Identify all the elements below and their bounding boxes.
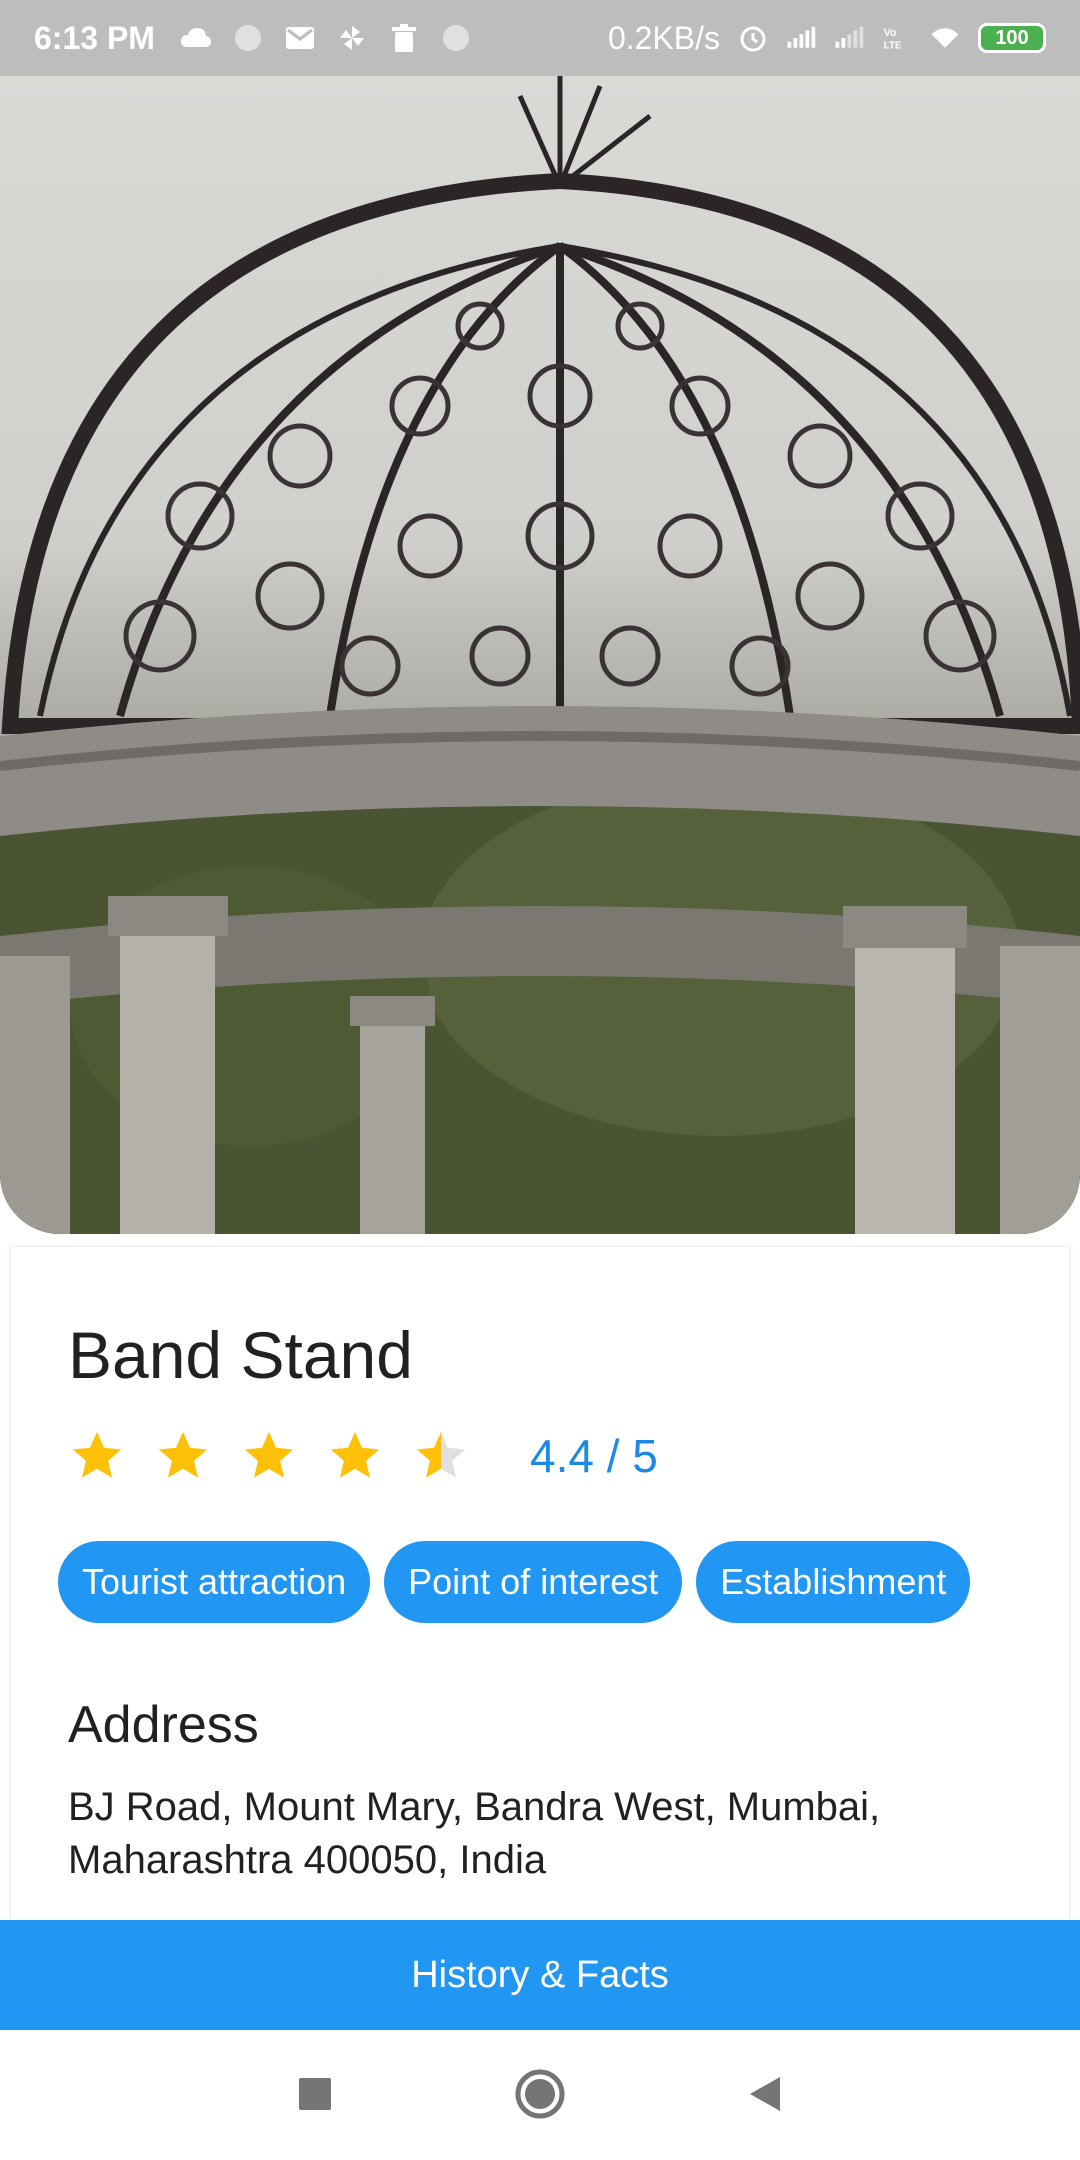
svg-text:Vo: Vo bbox=[884, 27, 897, 39]
signal-icon bbox=[834, 23, 864, 53]
place-title: Band Stand bbox=[68, 1318, 413, 1392]
volte-icon: Vo LTE bbox=[882, 23, 912, 53]
tag-chips: Tourist attraction Point of interest Est… bbox=[58, 1541, 971, 1623]
address-heading: Address bbox=[68, 1696, 259, 1754]
mail-icon bbox=[285, 23, 315, 53]
back-triangle-icon[interactable] bbox=[735, 2064, 795, 2124]
circle-icon bbox=[441, 23, 471, 53]
navigation-bar bbox=[0, 2030, 1080, 2160]
screen: 6:13 PM 0.2KB/s Vo LTE 100 Band Stand 4.… bbox=[0, 0, 1080, 2160]
star-full-icon bbox=[330, 1431, 380, 1478]
status-bar: 6:13 PM 0.2KB/s Vo LTE 100 bbox=[0, 0, 1080, 76]
star-full-icon bbox=[244, 1431, 294, 1478]
home-circle-icon[interactable] bbox=[510, 2064, 570, 2124]
rating-value: 4.4 / 5 bbox=[530, 1430, 658, 1482]
tag-chip-point-of-interest[interactable]: Point of interest bbox=[384, 1541, 683, 1623]
rating-row: 4.4 / 5 bbox=[68, 1427, 658, 1485]
circle-icon bbox=[233, 23, 263, 53]
trash-icon bbox=[389, 23, 419, 53]
alarm-icon bbox=[738, 23, 768, 53]
star-half-icon bbox=[416, 1431, 466, 1478]
battery-icon: 100 bbox=[978, 23, 1046, 53]
gazebo-photo bbox=[0, 76, 1080, 1234]
notification-icons bbox=[180, 23, 471, 53]
status-right: 0.2KB/s Vo LTE 100 bbox=[608, 20, 1046, 57]
cloud-icon bbox=[180, 23, 211, 53]
address-text: BJ Road, Mount Mary, Bandra West, Mumbai… bbox=[68, 1785, 881, 1882]
network-speed: 0.2KB/s bbox=[607, 19, 720, 56]
signal-icon bbox=[786, 23, 816, 53]
status-time: 6:13 PM bbox=[34, 19, 155, 56]
history-facts-button[interactable]: History & Facts bbox=[0, 1920, 1080, 2030]
svg-text:LTE: LTE bbox=[884, 41, 902, 52]
wifi-icon bbox=[930, 23, 960, 53]
tag-chip-establishment[interactable]: Establishment bbox=[696, 1541, 971, 1623]
star-full-icon bbox=[158, 1431, 208, 1478]
place-info-card: Band Stand 4.4 / 5 Tourist attraction Po… bbox=[10, 1246, 1070, 1926]
tag-chip-tourist-attraction[interactable]: Tourist attraction bbox=[58, 1541, 371, 1623]
recents-square-icon[interactable] bbox=[285, 2064, 345, 2124]
hero-image bbox=[0, 76, 1080, 1234]
star-full-icon bbox=[72, 1431, 122, 1478]
pinwheel-icon bbox=[337, 23, 367, 53]
